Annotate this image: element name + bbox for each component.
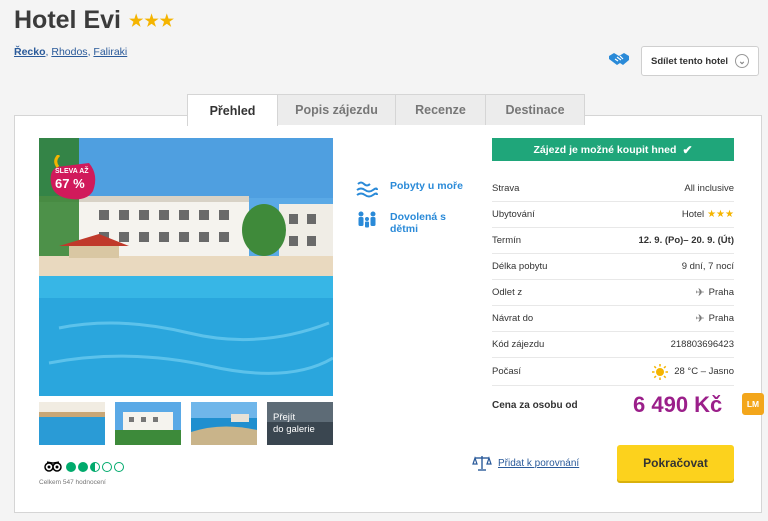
thumbnail-pool[interactable] <box>39 402 105 445</box>
info-row-term: Termín 12. 9. (Po)– 20. 9. (Út) <box>492 228 734 254</box>
hotel-detail-page: Hotel Evi ★★★ Řecko, Rhodos, Faliraki Sd… <box>0 0 768 521</box>
tripadvisor-rating[interactable] <box>44 461 126 472</box>
gallery-link-text: Přejít do galerie <box>273 412 315 436</box>
thumbnail-beach[interactable] <box>191 402 257 445</box>
tab-bar: Přehled Popis zájezdu Recenze Destinace <box>187 94 585 126</box>
sale-badge-value: 67 % <box>55 176 85 191</box>
share-hotel-button[interactable]: Sdílet tento hotel ⌄ <box>641 46 759 76</box>
sale-badge-label: SLEVA AŽ <box>55 168 89 175</box>
info-row-accommodation: Ubytování Hotel ★★★ <box>492 202 734 228</box>
rating-count: Celkem 547 hodnocení <box>39 479 106 486</box>
share-hotel-label: Sdílet tento hotel <box>651 55 729 67</box>
info-row-duration: Délka pobytu 9 dní, 7 nocí <box>492 254 734 280</box>
tab-trip-description[interactable]: Popis zájezdu <box>277 94 396 125</box>
check-icon: ✔ <box>682 142 693 157</box>
last-minute-badge: LM <box>742 393 764 415</box>
breadcrumb-country[interactable]: Řecko <box>14 46 46 58</box>
breadcrumb-resort[interactable]: Faliraki <box>93 46 127 58</box>
feature-beach-label: Pobyty u moře <box>390 180 463 192</box>
info-value: Hotel ★★★ <box>682 209 734 220</box>
info-value: 9 dní, 7 nocí <box>681 261 734 272</box>
beach-wave-icon <box>356 181 378 198</box>
rating-bubble-icon <box>78 461 88 472</box>
feature-beach[interactable]: Pobyty u moře <box>356 180 470 198</box>
accommodation-type: Hotel <box>681 209 705 220</box>
gallery-link[interactable]: Přejít do galerie <box>267 402 333 445</box>
info-value: All inclusive <box>684 183 734 194</box>
info-label: Počasí <box>492 366 522 377</box>
info-label: Délka pobytu <box>492 261 548 272</box>
handshake-icon[interactable] <box>608 50 630 68</box>
hotel-stars: ★★★ <box>128 12 176 30</box>
buy-now-label: Zájezd je možné koupit hned <box>533 143 677 156</box>
tab-overview[interactable]: Přehled <box>187 94 278 126</box>
feature-family-label: Dovolená s dětmi <box>390 211 447 235</box>
departure-city: Praha <box>708 287 734 298</box>
info-value: 28 °C – Jasno <box>652 363 734 380</box>
gallery-link-line2: do galerie <box>273 424 315 435</box>
info-label: Návrat do <box>492 313 534 324</box>
add-to-compare-label: Přidat k porovnání <box>498 457 580 469</box>
info-label: Kód zájezdu <box>492 339 545 350</box>
gallery-link-line1: Přejít <box>273 412 296 423</box>
weather-value: 28 °C – Jasno <box>674 366 734 377</box>
info-label: Strava <box>492 183 520 194</box>
breadcrumb-region[interactable]: Rhodos <box>51 46 87 58</box>
info-row-weather: Počasí 28 °C – Jasno <box>492 358 734 386</box>
tripadvisor-owl-icon <box>44 461 62 472</box>
plane-icon: ✈ <box>695 287 705 299</box>
info-value: 218803696423 <box>670 339 734 350</box>
info-row-trip-code: Kód zájezdu 218803696423 <box>492 332 734 358</box>
rating-bubble-icon <box>102 461 112 472</box>
chevron-down-icon: ⌄ <box>735 54 749 68</box>
rating-bubble-icon <box>66 461 76 472</box>
info-row-board: Strava All inclusive <box>492 176 734 202</box>
info-row-return: Návrat do ✈ Praha <box>492 306 734 332</box>
buy-now-banner: Zájezd je možné koupit hned ✔ <box>492 138 734 161</box>
sale-badge-text: SLEVA AŽ 67 % <box>49 155 99 201</box>
rating-bubble-icon <box>90 461 100 472</box>
info-label: Termín <box>492 235 522 246</box>
tab-reviews[interactable]: Recenze <box>395 94 486 125</box>
tab-destination[interactable]: Destinace <box>485 94 585 125</box>
accommodation-stars: ★★★ <box>707 209 734 220</box>
hotel-title: Hotel Evi ★★★ <box>14 6 175 35</box>
sun-icon <box>652 363 669 380</box>
info-row-departure: Odlet z ✈ Praha <box>492 280 734 306</box>
add-to-compare-link[interactable]: Přidat k porovnání <box>472 455 579 471</box>
price-label: Cena za osobu od <box>492 400 578 411</box>
price-value: 6 490 Kč <box>633 392 723 417</box>
continue-button[interactable]: Pokračovat <box>617 445 734 481</box>
info-value: ✈ Praha <box>695 286 734 299</box>
return-city: Praha <box>708 313 734 324</box>
plane-icon: ✈ <box>695 313 705 325</box>
info-value: 12. 9. (Po)– 20. 9. (Út) <box>638 235 734 246</box>
family-icon <box>358 211 376 228</box>
hotel-name: Hotel Evi <box>14 6 121 34</box>
feature-family[interactable]: Dovolená s dětmi <box>356 211 470 235</box>
rating-bubble-icon <box>114 461 124 472</box>
scale-icon <box>472 456 492 471</box>
info-label: Odlet z <box>492 287 523 298</box>
thumbnail-building[interactable] <box>115 402 181 445</box>
info-label: Ubytování <box>492 209 535 220</box>
breadcrumb: Řecko, Rhodos, Faliraki <box>14 46 128 58</box>
info-value: ✈ Praha <box>695 312 734 325</box>
